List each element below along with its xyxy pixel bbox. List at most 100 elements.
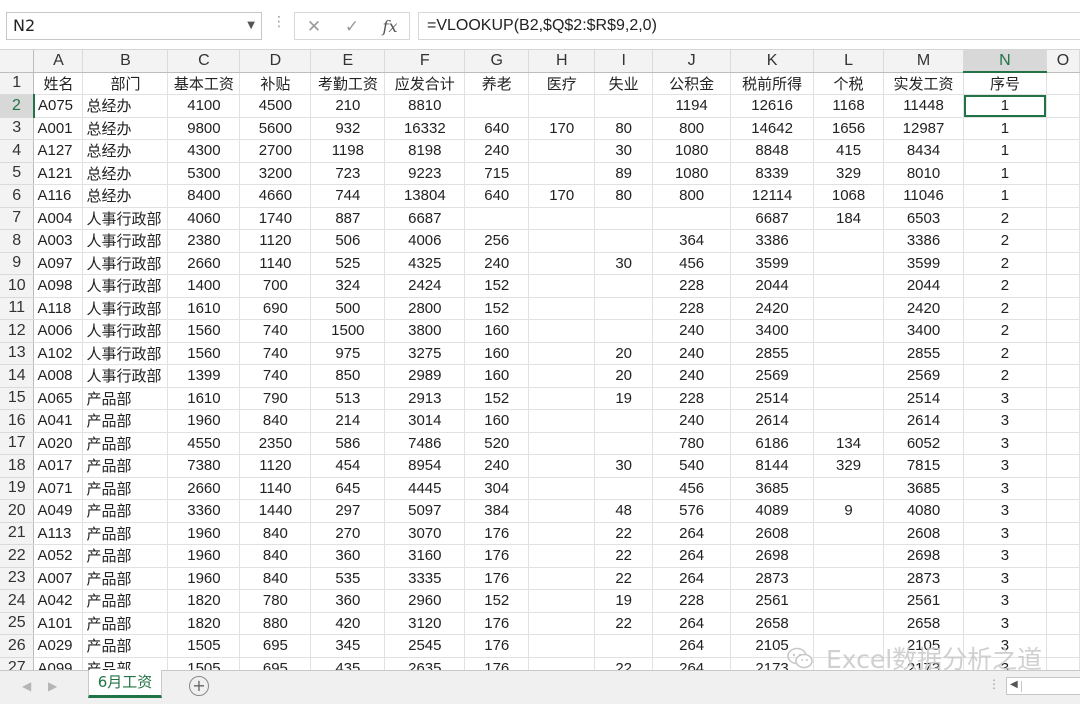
cell[interactable]: 2658 xyxy=(730,612,815,635)
cell[interactable]: 失业 xyxy=(594,72,654,95)
cell[interactable]: 240 xyxy=(652,409,732,433)
cell[interactable]: 3 xyxy=(963,612,1047,635)
cell[interactable]: 2614 xyxy=(883,409,964,433)
cell[interactable]: 3160 xyxy=(384,544,466,568)
cell[interactable] xyxy=(1046,612,1080,635)
cell[interactable]: 3 xyxy=(963,454,1047,478)
cell[interactable]: 176 xyxy=(464,544,530,568)
formula-input[interactable]: =VLOOKUP(B2,$Q$2:$R$9,2,0) xyxy=(418,12,1080,40)
cell[interactable]: 270 xyxy=(310,522,386,545)
cell[interactable]: 人事行政部 xyxy=(82,252,169,275)
row-header[interactable]: 15 xyxy=(0,387,35,410)
cell[interactable]: 264 xyxy=(652,634,732,658)
cell[interactable]: 3120 xyxy=(384,612,466,635)
cell[interactable]: 695 xyxy=(239,634,312,658)
cell[interactable] xyxy=(528,432,596,455)
cell[interactable]: 1 xyxy=(963,184,1047,208)
cell[interactable]: 240 xyxy=(652,364,732,388)
cell[interactable]: 297 xyxy=(310,499,386,523)
cell[interactable] xyxy=(594,297,654,320)
cell[interactable]: 304 xyxy=(464,477,530,500)
cell[interactable]: 5600 xyxy=(239,117,312,140)
active-cell[interactable]: 1 xyxy=(963,94,1047,118)
cell[interactable]: 3685 xyxy=(883,477,964,500)
cell[interactable] xyxy=(1046,229,1080,253)
cell[interactable]: A017 xyxy=(33,454,84,478)
row-header[interactable]: 11 xyxy=(0,297,35,320)
cell[interactable] xyxy=(813,612,885,635)
row-header[interactable]: 20 xyxy=(0,499,35,523)
cell[interactable]: 975 xyxy=(310,342,386,365)
cell[interactable]: 2960 xyxy=(384,589,466,613)
cell[interactable]: 800 xyxy=(652,184,732,208)
cell[interactable] xyxy=(528,589,596,613)
cell[interactable]: 22 xyxy=(594,612,654,635)
column-header[interactable]: I xyxy=(594,50,654,73)
cell[interactable]: 4080 xyxy=(883,499,964,523)
cell[interactable] xyxy=(813,634,885,658)
cell[interactable] xyxy=(528,319,596,343)
column-header[interactable]: L xyxy=(813,50,885,73)
cell[interactable]: 4660 xyxy=(239,184,312,208)
cell[interactable]: 1820 xyxy=(167,589,241,613)
cell[interactable] xyxy=(813,522,885,545)
cell[interactable]: 7815 xyxy=(883,454,964,478)
cell[interactable]: 690 xyxy=(239,297,312,320)
cell[interactable]: 780 xyxy=(652,432,732,455)
cell[interactable] xyxy=(1046,432,1080,455)
row-header[interactable]: 25 xyxy=(0,612,35,635)
cell[interactable]: 9800 xyxy=(167,117,241,140)
cell[interactable] xyxy=(813,297,885,320)
cell[interactable]: 公积金 xyxy=(652,72,732,95)
cell[interactable]: 800 xyxy=(652,117,732,140)
cell[interactable]: 30 xyxy=(594,454,654,478)
cell[interactable]: 个税 xyxy=(813,72,885,95)
cell[interactable]: 1820 xyxy=(167,612,241,635)
cell[interactable]: 3 xyxy=(963,432,1047,455)
cell[interactable]: 525 xyxy=(310,252,386,275)
cell[interactable]: 3 xyxy=(963,567,1047,590)
cell[interactable]: 1080 xyxy=(652,139,732,163)
cell[interactable]: 240 xyxy=(464,252,530,275)
cell[interactable] xyxy=(528,139,596,163)
cell[interactable]: 3386 xyxy=(883,229,964,253)
horizontal-scrollbar[interactable]: ◀ xyxy=(1006,677,1080,695)
column-header[interactable]: A xyxy=(33,50,84,73)
cell[interactable]: 8434 xyxy=(883,139,964,163)
cell[interactable]: A113 xyxy=(33,522,84,545)
cell[interactable]: 456 xyxy=(652,252,732,275)
cell[interactable]: 1140 xyxy=(239,252,312,275)
cell[interactable]: 2380 xyxy=(167,229,241,253)
cell[interactable]: 329 xyxy=(813,454,885,478)
cell[interactable]: 3599 xyxy=(730,252,815,275)
cell[interactable]: 454 xyxy=(310,454,386,478)
cell[interactable]: 1068 xyxy=(813,184,885,208)
cell[interactable] xyxy=(528,657,596,670)
cell[interactable]: 435 xyxy=(310,657,386,670)
cell[interactable]: 人事行政部 xyxy=(82,229,169,253)
cell[interactable] xyxy=(1046,499,1080,523)
cell[interactable]: 8144 xyxy=(730,454,815,478)
cell[interactable]: 840 xyxy=(239,544,312,568)
cell[interactable]: 360 xyxy=(310,544,386,568)
cell[interactable]: 产品部 xyxy=(82,634,169,658)
cell[interactable] xyxy=(813,589,885,613)
cell[interactable]: 840 xyxy=(239,567,312,590)
cell[interactable] xyxy=(594,207,654,230)
row-header[interactable]: 10 xyxy=(0,274,35,298)
row-header[interactable]: 22 xyxy=(0,544,35,568)
cell[interactable] xyxy=(813,319,885,343)
cell[interactable]: 1656 xyxy=(813,117,885,140)
cell[interactable]: 880 xyxy=(239,612,312,635)
column-header[interactable]: C xyxy=(167,50,241,73)
cell[interactable]: 4325 xyxy=(384,252,466,275)
cell[interactable]: 228 xyxy=(652,297,732,320)
cell[interactable]: 228 xyxy=(652,274,732,298)
cell[interactable]: 740 xyxy=(239,319,312,343)
cell[interactable]: 13804 xyxy=(384,184,466,208)
cell[interactable]: 1505 xyxy=(167,634,241,658)
cell[interactable]: 2173 xyxy=(883,657,964,670)
cell[interactable]: 2420 xyxy=(883,297,964,320)
cell[interactable]: 12987 xyxy=(883,117,964,140)
cell[interactable]: 1120 xyxy=(239,454,312,478)
